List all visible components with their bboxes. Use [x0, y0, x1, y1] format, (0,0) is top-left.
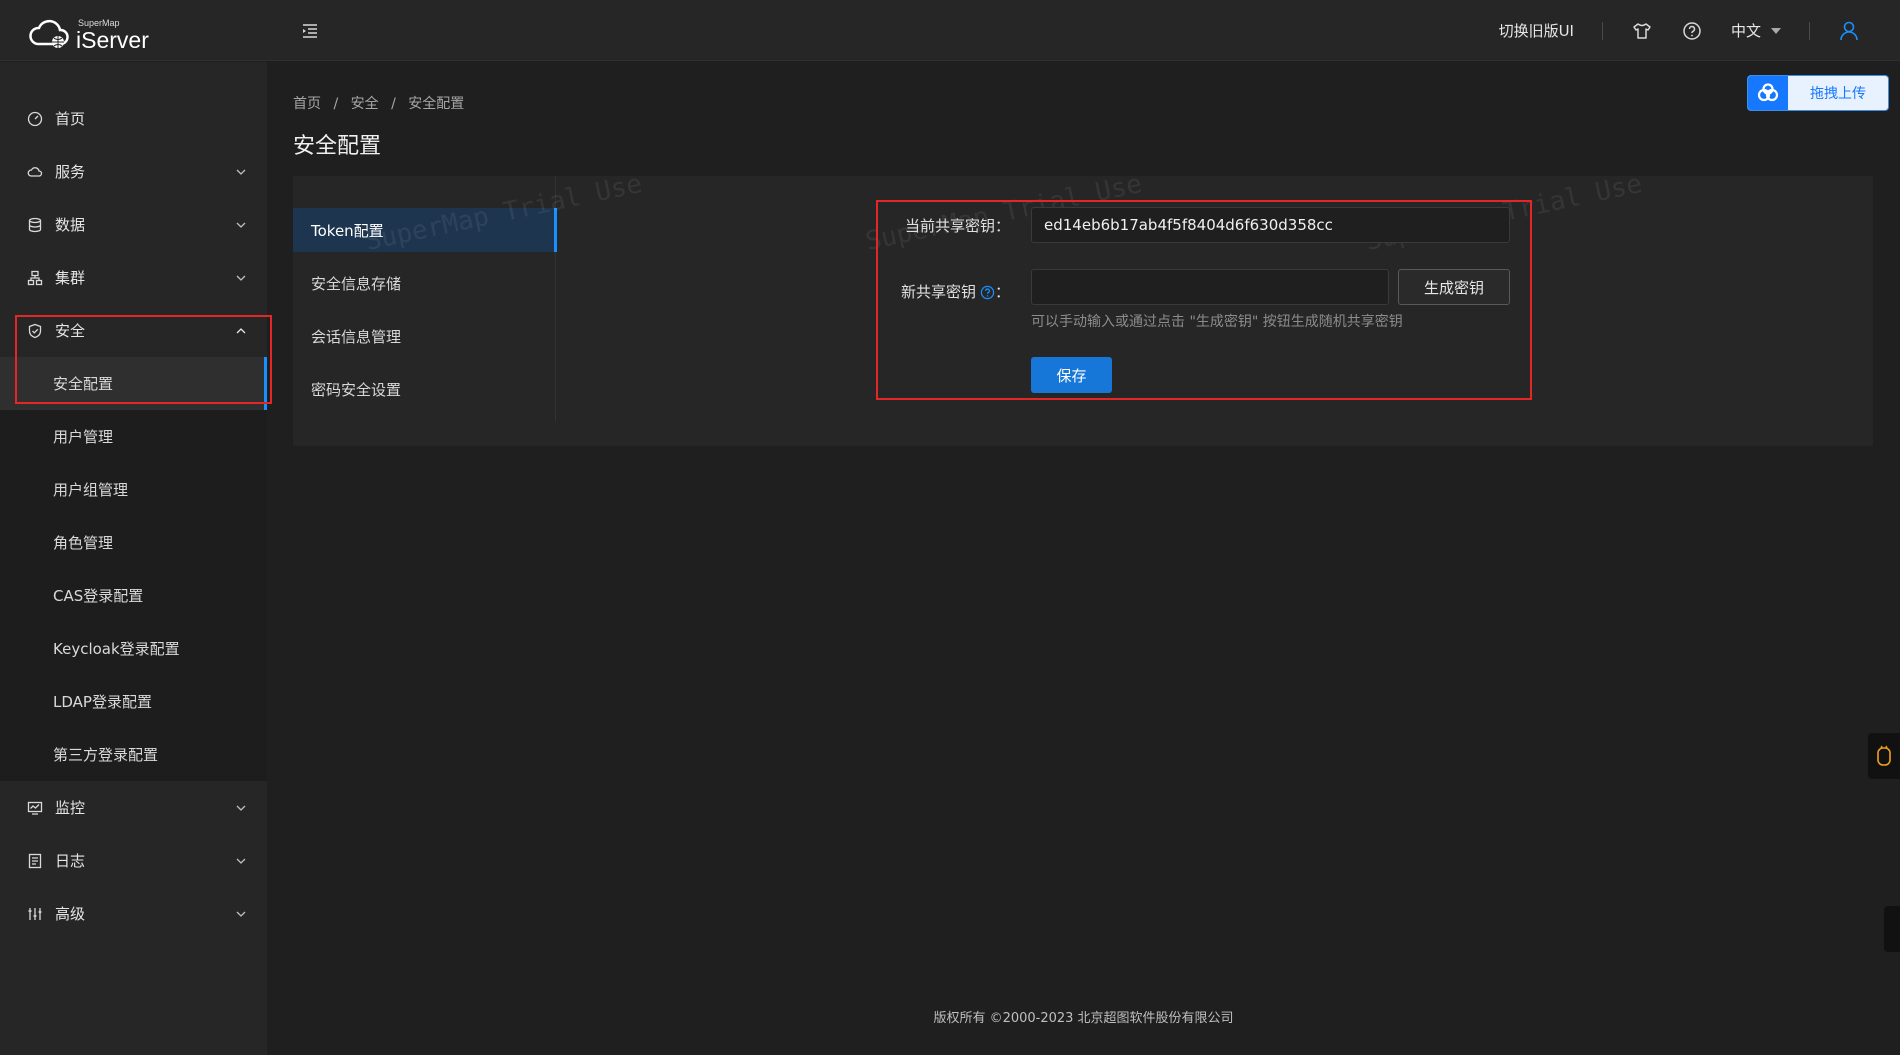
- iserver-logo[interactable]: SuperMap iServer: [28, 16, 168, 53]
- upload-cloud-icon: [1748, 76, 1788, 110]
- brand-main-text: iServer: [76, 27, 149, 53]
- copyright-footer: 版权所有 ©2000-2023 北京超图软件股份有限公司: [933, 1011, 1234, 1026]
- question-circle-icon[interactable]: [980, 285, 995, 300]
- sidebar-item-label: 数据: [55, 216, 86, 234]
- sidebar-item-label: 安全: [55, 322, 86, 340]
- sidebar-item-logs[interactable]: 日志: [0, 834, 267, 887]
- sidebar-subitem-keycloak-login[interactable]: Keycloak登录配置: [0, 622, 267, 675]
- label-colon: ：: [994, 217, 1010, 235]
- sidebar-subitem-label: 第三方登录配置: [53, 746, 159, 764]
- tab-session-management[interactable]: 会话信息管理: [293, 314, 556, 358]
- shield-icon: [28, 323, 42, 338]
- floating-handle[interactable]: [1884, 906, 1900, 952]
- sidebar-item-label: 服务: [55, 163, 86, 181]
- drag-upload-button[interactable]: 拖拽上传: [1747, 75, 1889, 111]
- language-select[interactable]: 中文: [1731, 20, 1781, 41]
- switch-old-ui-link[interactable]: 切换旧版UI: [1499, 20, 1574, 41]
- header-actions: 切换旧版UI 中文: [1499, 0, 1860, 61]
- sidebar-item-advanced[interactable]: 高级: [0, 887, 267, 940]
- chevron-down-icon: [236, 805, 246, 811]
- save-button[interactable]: 保存: [1031, 357, 1112, 393]
- label-colon: ：: [994, 283, 1010, 301]
- chevron-down-icon: [236, 911, 246, 917]
- sidebar-subitem-label: 用户管理: [53, 428, 114, 446]
- sidebar-item-services[interactable]: 服务: [0, 145, 267, 198]
- menu-fold-icon[interactable]: [300, 21, 320, 41]
- sliders-icon: [28, 907, 42, 920]
- cluster-icon: [27, 270, 43, 285]
- sidebar-item-cluster[interactable]: 集群: [0, 251, 267, 304]
- chevron-down-icon: [236, 858, 246, 864]
- sidebar-item-home[interactable]: 首页: [0, 92, 267, 145]
- header-divider: [1601, 21, 1603, 40]
- sidebar-subitem-third-party-login[interactable]: 第三方登录配置: [0, 728, 267, 781]
- database-icon: [28, 217, 42, 232]
- tab-token-config[interactable]: Token配置: [293, 208, 557, 252]
- sidebar-item-label: 监控: [55, 799, 86, 817]
- sidebar-subitem-role-management[interactable]: 角色管理: [0, 516, 267, 569]
- cloud-logo-icon: [29, 19, 69, 48]
- breadcrumb-separator: /: [333, 96, 339, 112]
- sidebar-subitem-group-management[interactable]: 用户组管理: [0, 463, 267, 516]
- sidebar-subitem-label: 角色管理: [53, 534, 114, 552]
- help-circle-icon[interactable]: [1681, 20, 1703, 42]
- sidebar-item-security[interactable]: 安全: [0, 304, 267, 357]
- header-divider: [1809, 21, 1810, 40]
- new-key-hint: 可以手动输入或通过点击 "生成密钥" 按钮生成随机共享密钥: [1031, 314, 1403, 330]
- sidebar-subitem-ldap-login[interactable]: LDAP登录配置: [0, 675, 267, 728]
- user-icon[interactable]: [1838, 20, 1860, 42]
- floating-tool-button[interactable]: [1868, 733, 1900, 779]
- sidebar-subitem-label: Keycloak登录配置: [53, 640, 180, 658]
- sidebar: 首页 服务 数据 集群 安全 安全配置 用户管理 用户组管理 角色管理 CAS登…: [0, 62, 267, 1055]
- drag-upload-label: 拖拽上传: [1810, 86, 1866, 102]
- sidebar-item-monitor[interactable]: 监控: [0, 781, 267, 834]
- tab-password-security[interactable]: 密码安全设置: [293, 367, 556, 411]
- caret-down-icon: [1771, 27, 1781, 34]
- theme-shirt-icon[interactable]: [1631, 20, 1653, 42]
- monitor-icon: [27, 801, 43, 815]
- current-key-label-wrap: 当前共享密钥：: [880, 215, 1010, 236]
- new-key-label: 新共享密钥: [900, 283, 976, 301]
- file-text-icon: [28, 853, 42, 868]
- top-header: SuperMap iServer 切换旧版UI 中文: [0, 0, 1900, 61]
- tab-security-storage[interactable]: 安全信息存储: [293, 261, 556, 305]
- breadcrumb-current: 安全配置: [408, 96, 465, 112]
- chevron-down-icon: [236, 169, 246, 175]
- sidebar-subitem-label: CAS登录配置: [53, 587, 144, 605]
- current-key-label: 当前共享密钥: [904, 217, 995, 235]
- breadcrumb-separator: /: [391, 96, 396, 112]
- new-key-label-wrap: 新共享密钥 ：: [880, 281, 1010, 302]
- sidebar-item-label: 日志: [55, 852, 86, 870]
- sidebar-subitem-label: 用户组管理: [53, 481, 129, 499]
- cloud-icon: [27, 166, 43, 177]
- sidebar-item-label: 首页: [55, 110, 86, 128]
- chevron-down-icon: [236, 222, 246, 228]
- chevron-up-icon: [236, 327, 246, 333]
- language-label: 中文: [1730, 22, 1761, 40]
- page-title: 安全配置: [293, 134, 382, 159]
- mouse-icon: [1877, 745, 1891, 766]
- dashboard-icon: [27, 111, 43, 126]
- chevron-down-icon: [236, 275, 246, 281]
- sidebar-item-data[interactable]: 数据: [0, 198, 267, 251]
- breadcrumb: 首页 / 安全 / 安全配置: [293, 93, 472, 113]
- security-tabs: Token配置 安全信息存储 会话信息管理 密码安全设置: [293, 176, 557, 421]
- generate-key-button[interactable]: 生成密钥: [1398, 269, 1510, 305]
- sidebar-subitem-cas-login[interactable]: CAS登录配置: [0, 569, 267, 622]
- sidebar-item-label: 集群: [55, 269, 86, 287]
- sidebar-item-label: 高级: [55, 905, 86, 923]
- sidebar-subitem-security-config[interactable]: 安全配置: [0, 357, 267, 410]
- breadcrumb-security[interactable]: 安全: [351, 96, 379, 112]
- breadcrumb-home[interactable]: 首页: [293, 96, 321, 112]
- sidebar-subitem-label: LDAP登录配置: [53, 693, 152, 711]
- sidebar-subitem-user-management[interactable]: 用户管理: [0, 410, 267, 463]
- sidebar-subitem-label: 安全配置: [53, 375, 114, 393]
- current-key-field[interactable]: ed14eb6b17ab4f5f8404d6f630d358cc: [1031, 207, 1510, 243]
- new-key-input[interactable]: [1031, 269, 1389, 305]
